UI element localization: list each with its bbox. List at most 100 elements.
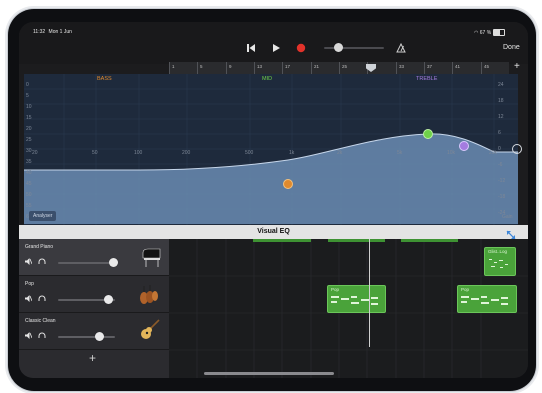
headphones-icon[interactable]	[38, 258, 46, 265]
freq-label: 20k	[489, 150, 498, 156]
mute-icon[interactable]	[25, 258, 32, 265]
visual-eq-panel[interactable]: BASS MID TREBLE 20 50 100 200 500 1k 2k …	[24, 74, 518, 225]
track-volume-knob[interactable]	[109, 258, 118, 267]
gain-label: 0	[498, 146, 501, 152]
gain-label: 6	[498, 130, 501, 136]
track-header-grand-piano[interactable]: Grand Piano	[19, 239, 169, 276]
db-label: 20	[26, 126, 32, 132]
play-button[interactable]	[270, 42, 282, 54]
master-volume-knob[interactable]	[334, 43, 343, 52]
battery-icon	[492, 29, 505, 36]
ruler-bar-label: 33	[399, 64, 405, 69]
db-label: 30	[26, 148, 32, 154]
visual-eq-title: Visual EQ	[257, 228, 290, 235]
db-label: 10	[26, 104, 32, 110]
eq-frequency-axis: 20 50 100 200 500 1k 2k 5k 10k 20k	[24, 150, 518, 158]
midi-region[interactable]: Pop	[327, 285, 386, 313]
mid-band-label: MID	[262, 76, 273, 82]
track-name: Classic Clean	[25, 318, 56, 324]
track-header-pop[interactable]: Pop	[19, 276, 169, 313]
add-section-button[interactable]: +	[514, 62, 520, 72]
garageband-screen: 11:32 Mon 1 Jun ◠ 67 % Done 1 5 9 13 17 …	[19, 22, 528, 378]
eq-db-axis-right: 24 18 12 6 -6 -12 -18 -24 0	[498, 82, 514, 222]
audio-region[interactable]: Glist..Log	[484, 247, 516, 276]
home-indicator[interactable]	[204, 372, 334, 375]
metronome-button[interactable]	[395, 42, 407, 54]
midi-region[interactable]: Pop	[457, 285, 517, 313]
guitar-icon	[141, 319, 160, 339]
track-lanes[interactable]: Glist..Log Pop Pop	[169, 239, 528, 378]
eq-curve-fill	[24, 133, 518, 224]
freq-label: 1k	[289, 150, 295, 156]
visual-eq-title-bar: Visual EQ	[19, 225, 528, 240]
gain-label: -18	[498, 194, 506, 200]
region-notes	[489, 259, 508, 268]
status-date: Mon 1 Jun	[48, 29, 72, 35]
ruler-bar-label: 9	[229, 64, 232, 69]
track-volume-slider[interactable]	[58, 336, 115, 338]
ruler-bar-label: 45	[484, 64, 490, 69]
db-label: 55	[26, 203, 32, 209]
add-track-button[interactable]: +	[89, 351, 96, 365]
analyser-button[interactable]: Analyser	[29, 211, 57, 221]
treble-band-label: TREBLE	[416, 76, 438, 82]
track-volume-knob[interactable]	[104, 295, 113, 304]
timeline-ruler[interactable]: 1 5 9 13 17 21 25 29 33 37 41 45	[169, 62, 509, 74]
gain-label: -6	[498, 162, 503, 168]
region-label: Pop	[461, 287, 470, 292]
battery-percent: 67 %	[479, 29, 492, 36]
headphones-icon[interactable]	[38, 332, 46, 339]
track-name: Grand Piano	[25, 244, 54, 250]
record-button[interactable]	[295, 42, 307, 54]
play-icon	[273, 44, 280, 52]
gain-label: 12	[498, 114, 504, 120]
bass-band-label: BASS	[97, 76, 112, 82]
region-notes	[461, 296, 508, 305]
freq-label: 200	[182, 150, 191, 156]
gain-label: 18	[498, 98, 504, 104]
ruler-bar-label: 25	[342, 64, 348, 69]
db-label: 45	[26, 181, 32, 187]
db-label: 35	[26, 159, 32, 165]
output-gain-handle[interactable]	[512, 144, 522, 154]
gain-label: -12	[498, 178, 506, 184]
db-label: 15	[26, 115, 32, 121]
freq-label: 50	[92, 150, 98, 156]
track-header-classic-clean[interactable]: Classic Clean	[19, 313, 169, 350]
mute-icon[interactable]	[25, 332, 32, 339]
region-label: Pop	[331, 287, 340, 292]
playhead-line[interactable]	[369, 239, 370, 347]
ruler-bar-label: 1	[172, 64, 175, 69]
ruler-bar-label: 17	[285, 64, 291, 69]
status-time: 11:32	[33, 29, 46, 35]
gain-axis-title: Gain	[502, 214, 513, 220]
freq-label: 500	[245, 150, 254, 156]
region-notes	[331, 296, 378, 305]
region-label: Glist..Log	[488, 249, 508, 254]
eq-db-axis-left: 0 5 10 15 20 25 35 40 45 50 55 3060	[26, 82, 38, 222]
track-headers: Grand Piano Pop Classic Clean +	[19, 239, 169, 378]
mid-band-handle[interactable]	[423, 129, 433, 139]
track-volume-slider[interactable]	[58, 262, 115, 264]
freq-label: 2k	[337, 150, 343, 156]
ruler-bar-label: 5	[200, 64, 203, 69]
headphones-icon[interactable]	[38, 295, 46, 302]
record-icon	[296, 43, 306, 53]
ruler-bar-label: 37	[427, 64, 433, 69]
wifi-icon: ◠	[474, 29, 479, 36]
db-label: 25	[26, 137, 32, 143]
rewind-icon	[247, 44, 255, 52]
freq-label: 100	[134, 150, 143, 156]
db-label: 5	[26, 93, 29, 99]
mute-icon[interactable]	[25, 295, 32, 302]
piano-icon	[142, 248, 161, 267]
master-volume-slider[interactable]	[324, 47, 384, 49]
bass-band-handle[interactable]	[283, 179, 293, 189]
done-button[interactable]: Done	[503, 44, 520, 51]
strings-icon	[140, 285, 158, 304]
rewind-button[interactable]	[245, 42, 257, 54]
track-volume-knob[interactable]	[95, 332, 104, 341]
freq-label: 5k	[397, 150, 403, 156]
freq-label: 10k	[447, 150, 456, 156]
top-toolbar: 11:32 Mon 1 Jun ◠ 67 % Done	[19, 22, 528, 64]
